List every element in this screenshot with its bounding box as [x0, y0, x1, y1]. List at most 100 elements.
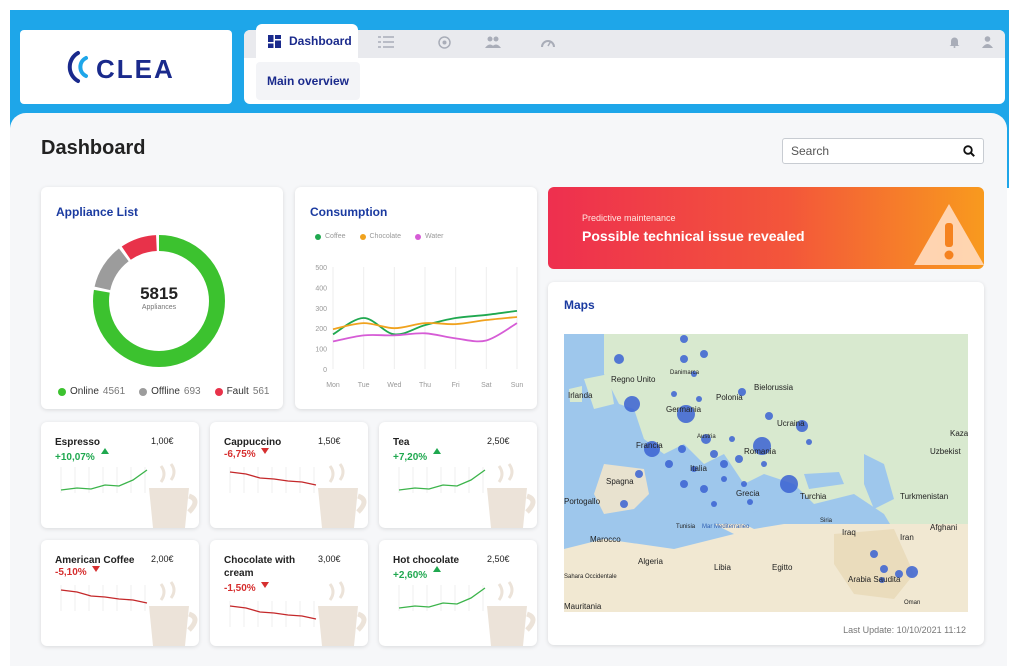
appliance-total-label: Appliances: [141, 304, 177, 311]
tab-dashboard[interactable]: Dashboard: [256, 24, 358, 58]
consumption-legend-label: Water: [425, 233, 444, 240]
bell-icon[interactable]: [949, 36, 960, 51]
map-label-marocco: Marocco: [590, 535, 621, 544]
product-change: +7,20%: [393, 448, 441, 463]
consumption-legend-label: Coffee: [325, 233, 346, 240]
map-label-arabia-saudita: Arabia Saudita: [848, 575, 901, 584]
product-change-value: +7,20%: [393, 452, 428, 463]
warning-icon: [914, 204, 984, 265]
map-label-algeria: Algeria: [638, 557, 663, 566]
user-icon[interactable]: [982, 36, 993, 51]
product-change: -6,75%: [224, 448, 270, 460]
map-label-irlanda: Irlanda: [568, 391, 593, 400]
map-label-uzbekist: Uzbekist: [930, 447, 961, 456]
x-tick-label: Sun: [511, 382, 524, 389]
map-label-iran: Iran: [900, 533, 914, 542]
series-dot-icon: [315, 233, 321, 240]
appliance-list-title: Appliance List: [56, 205, 139, 219]
legend-offline-label: Offline: [151, 386, 180, 397]
legend-online-label: Online: [70, 386, 99, 397]
product-price: 1,00€: [151, 436, 174, 446]
product-sparkline: [398, 585, 486, 611]
map-label-danimarca: Danimarca: [670, 370, 700, 376]
logo-mark: CLEA: [67, 51, 175, 84]
map-label-romania: Romania: [744, 447, 777, 456]
consumption-legend-item[interactable]: Coffee: [315, 233, 346, 240]
trend-down-icon: [261, 582, 270, 588]
gauge-icon[interactable]: [541, 36, 555, 51]
map-label-iraq: Iraq: [842, 528, 856, 537]
legend-online-value: 4561: [102, 386, 126, 397]
map-label-polonia: Polonia: [716, 393, 743, 402]
list-icon[interactable]: [378, 36, 394, 51]
tab-strip: [244, 30, 1005, 58]
map-label-bielorussia: Bielorussia: [754, 383, 794, 392]
product-card[interactable]: Cappuccino 1,50€ -6,75%: [210, 422, 368, 528]
map-label-mar-mediterraneo: Mar Mediterraneo: [702, 524, 750, 530]
y-tick-label: 200: [315, 326, 327, 333]
product-price: 3,00€: [318, 554, 341, 564]
product-change-value: +2,60%: [393, 570, 428, 581]
map-label-grecia: Grecia: [736, 489, 760, 498]
consumption-title: Consumption: [310, 205, 388, 219]
appliance-legend: Online 4561 Offline 693 Fault 561: [58, 386, 278, 397]
map-label-ucraina: Ucraina: [777, 419, 805, 428]
offline-dot-icon: [139, 387, 148, 396]
y-tick-label: 400: [315, 285, 327, 292]
fault-dot-icon: [214, 387, 223, 396]
consumption-legend-label: Chocolate: [369, 233, 402, 240]
y-tick-label: 100: [315, 347, 327, 354]
product-card[interactable]: American Coffee 2,00€ -5,10%: [41, 540, 199, 646]
maps-card: Maps Regno Unito Irlanda Danimarca Bielo…: [548, 282, 984, 645]
appliance-list-card: Appliance List 5815 Appliances Online 456…: [41, 187, 283, 409]
logo-text: CLEA: [96, 54, 175, 84]
map-label-spagna: Spagna: [606, 477, 634, 486]
alert-subtitle: Predictive maintenance: [582, 213, 676, 223]
product-name: Chocolate with cream: [224, 555, 296, 579]
search-icon[interactable]: [963, 145, 975, 157]
product-sparkline: [398, 467, 486, 493]
trend-up-icon: [432, 566, 441, 572]
search-input[interactable]: [791, 144, 941, 158]
legend-fault-value: 561: [252, 386, 270, 397]
x-tick-label: Mon: [326, 382, 340, 389]
product-card[interactable]: Tea 2,50€ +7,20%: [379, 422, 537, 528]
clea-logo[interactable]: CLEA: [20, 30, 232, 104]
map-label-turkmenistan: Turkmenistan: [900, 492, 948, 501]
y-tick-label: 300: [315, 306, 327, 313]
map-label-italia: Italia: [690, 464, 707, 473]
alert-title: Possible technical issue revealed: [582, 228, 805, 244]
consumption-legend-item[interactable]: Water: [415, 233, 443, 240]
legend-offline: Offline 693: [139, 386, 201, 397]
x-tick-label: Wed: [387, 382, 401, 389]
product-change: -1,50%: [224, 582, 270, 594]
map-label-egitto: Egitto: [772, 563, 793, 572]
product-change: +10,07%: [55, 448, 109, 463]
product-price: 2,50€: [487, 436, 510, 446]
coffee-icon[interactable]: [438, 36, 451, 52]
product-card[interactable]: Hot chocolate 2,50€ +2,60%: [379, 540, 537, 646]
product-card[interactable]: Espresso 1,00€ +10,07%: [41, 422, 199, 528]
predictive-maintenance-alert[interactable]: Predictive maintenance Possible technica…: [548, 187, 984, 269]
product-price: 1,50€: [318, 436, 341, 446]
dashboard-icon: [268, 34, 281, 48]
subtab-main-overview[interactable]: Main overview: [256, 62, 360, 100]
map-label-mauritania: Mauritania: [564, 602, 602, 611]
map-label-sahara-occidentale: Sahara Occidentale: [564, 574, 617, 580]
map-label-siria: Siria: [820, 518, 833, 524]
trend-down-icon: [261, 448, 270, 454]
consumption-chart: Mon Tue Wed Thu Fri Sat Sun 500 400 300 200 100 0: [315, 265, 524, 389]
map-label-tunisia: Tunisia: [676, 524, 696, 530]
last-update: Last Update: 10/10/2021 11:12: [843, 625, 966, 635]
europe-map[interactable]: Regno Unito Irlanda Danimarca Bielorussi…: [564, 334, 968, 612]
online-dot-icon: [58, 387, 66, 396]
consumption-legend-item[interactable]: Chocolate: [359, 233, 402, 240]
users-icon[interactable]: [485, 36, 501, 51]
product-change: +2,60%: [393, 566, 441, 581]
map-label-afghani: Afghani: [930, 523, 957, 532]
product-card[interactable]: Chocolate with cream 3,00€ -1,50%: [210, 540, 368, 646]
search-box[interactable]: [782, 138, 984, 164]
tab-dashboard-label: Dashboard: [289, 34, 352, 48]
legend-fault: Fault 561: [214, 386, 270, 397]
legend-offline-value: 693: [183, 386, 201, 397]
